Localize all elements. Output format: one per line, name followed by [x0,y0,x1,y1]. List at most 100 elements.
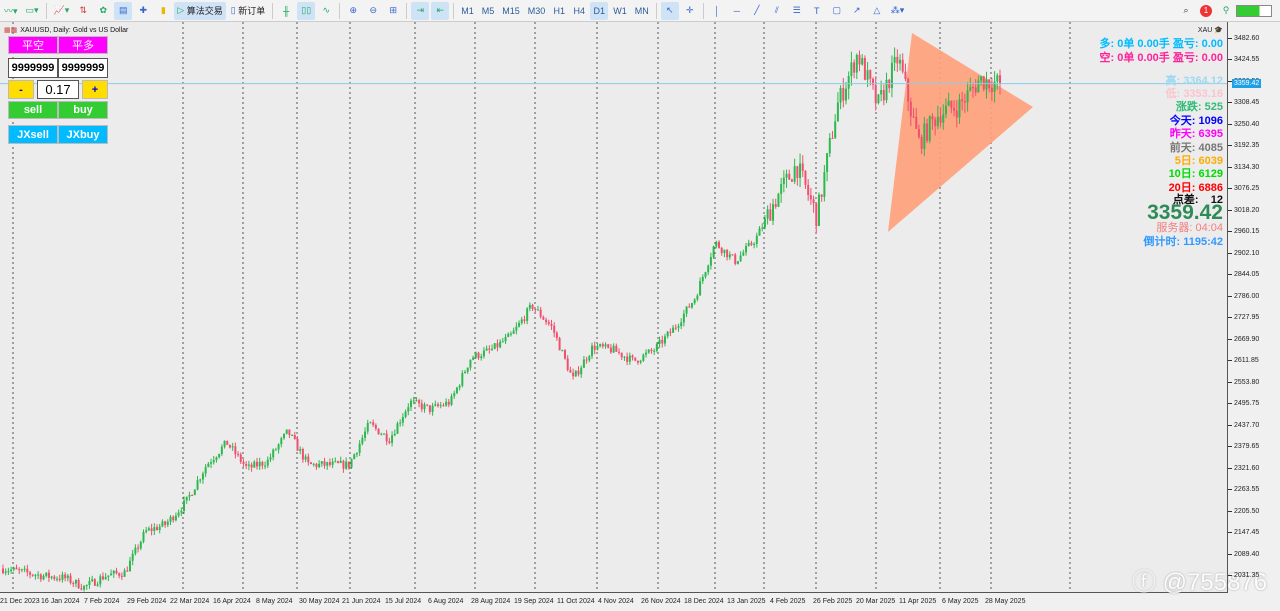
folder-icon[interactable]: ▮ [154,2,172,20]
tf-m5[interactable]: M5 [479,2,498,20]
crosshair-icon[interactable]: ✛ [681,2,699,20]
candle-body [274,449,277,451]
candle-body [936,116,939,127]
zoom-out-icon[interactable]: ⊖ [364,2,382,20]
triangle-icon[interactable]: △ [868,2,886,20]
line-chart-icon[interactable]: 〰▾ [1,2,21,20]
tile-windows-icon[interactable]: ⊞ [384,2,402,20]
close-long-button[interactable]: 平多 [58,36,108,54]
text-icon[interactable]: T [808,2,826,20]
notifications-icon[interactable]: 1 [1197,2,1215,20]
tf-m30[interactable]: M30 [525,2,549,20]
trade-arrows-icon[interactable]: ⇅ [74,2,92,20]
candle-body [191,495,194,497]
candle-body [896,56,899,64]
candle-body [277,444,280,450]
candle-body [496,343,499,348]
candle-body [912,116,915,118]
tf-d1[interactable]: D1 [590,1,609,20]
tf-mn[interactable]: MN [632,2,652,20]
left-input[interactable]: 9999999 [8,58,58,78]
date-tick: 28 May 2025 [985,598,1026,605]
candle-body [393,433,396,436]
tf-m1[interactable]: M1 [458,2,477,20]
tf-h1[interactable]: H1 [550,2,568,20]
zoom-in-icon[interactable]: ⊕ [344,2,362,20]
new-order-button[interactable]: ▯ 新订单 [228,2,268,20]
price-axis[interactable]: 3482.603424.553366.503308.453250.403192.… [1228,22,1280,593]
channel-icon[interactable]: ⫽ [768,2,786,20]
candle-body [591,345,594,357]
current-price-tag: 3359.42 [1232,78,1262,88]
candle-body [72,583,75,585]
close-short-button[interactable]: 平空 [8,36,58,54]
candle-body [526,308,529,321]
candle-body [142,531,145,542]
candle-body [663,336,666,344]
candle-body [645,352,648,355]
candle-body [42,575,45,580]
indicators-icon[interactable]: 📈▾ [51,2,73,20]
candle-body [909,101,912,117]
candle-body [582,359,585,368]
arrow-icon[interactable]: ↗ [848,2,866,20]
search-icon[interactable]: ⌕ [1177,2,1195,20]
candle-body [869,70,872,79]
chart-shift-icon[interactable]: ⇤ [431,1,450,20]
candle-body [458,385,461,388]
lot-input[interactable]: 0.17 [37,80,79,99]
horizontal-line-icon[interactable]: ─ [728,2,746,20]
depth-of-market-icon[interactable]: ▤ [114,1,133,20]
shapes-icon[interactable]: ⁂▾ [888,2,908,20]
fibonacci-icon[interactable]: ☰ [788,2,806,20]
line-icon[interactable]: ∿ [317,2,335,20]
date-tick: 21 Jun 2024 [342,598,381,605]
right-input[interactable]: 9999999 [58,58,108,78]
candle-body [482,350,485,357]
price-tick: 2844.05 [1228,270,1280,280]
signal-icon[interactable]: ⚲ [1217,2,1235,20]
candle-body [863,58,866,80]
candle-body [345,461,348,469]
tf-h4[interactable]: H4 [570,2,588,20]
candle-body [666,331,669,337]
time-axis[interactable]: 21 Dec 2023 16 Jan 2024 7 Feb 2024 29 Feb 2… [0,593,1228,611]
algo-trading-button[interactable]: ▷ 算法交易 [174,1,226,20]
candle-body [437,404,440,406]
candle-body [47,572,50,578]
candle-body [326,462,329,466]
rectangle-icon[interactable]: ▢ [828,2,846,20]
lot-minus-button[interactable]: - [8,80,34,99]
candle-body [728,254,731,258]
candle-body [682,313,685,323]
candle-body [401,417,404,423]
candle-body [501,341,504,343]
candle-body [450,396,453,405]
sell-button[interactable]: sell [8,101,58,119]
price-tick: 2031.35 [1228,571,1280,581]
buy-button[interactable]: buy [58,101,108,119]
vertical-line-icon[interactable]: │ [708,2,726,20]
symbol-label: XAU 🎓 [1198,26,1223,34]
settings-gear-icon[interactable]: ✿ [94,2,112,20]
tf-m15[interactable]: M15 [499,2,523,20]
candle-body [245,463,248,466]
autoscroll-icon[interactable]: ⇥ [411,1,430,20]
bar-chart-icon[interactable]: ╫ [277,2,295,20]
cursor-icon[interactable]: ↖ [660,1,679,20]
lot-plus-button[interactable]: + [82,80,108,99]
chart-template-icon[interactable]: ▭▾ [23,2,42,20]
candle-body [128,560,131,572]
jxbuy-button[interactable]: JXbuy [58,125,108,144]
candle-body [412,400,415,402]
candle-body [339,460,342,463]
tf-w1[interactable]: W1 [610,2,630,20]
crosshair-plus-icon[interactable]: ✚ [134,2,152,20]
candle-body [880,90,883,95]
candle-body [355,452,358,455]
price-chart[interactable]: ▦▦ XAUUSD, Daily: Gold vs US Dollar 平空 平多… [0,22,1228,593]
jxsell-button[interactable]: JXsell [8,125,58,144]
candlestick-icon[interactable]: ▯▯ [297,1,316,20]
candle-body [118,573,121,576]
trendline-icon[interactable]: ╱ [748,2,766,20]
